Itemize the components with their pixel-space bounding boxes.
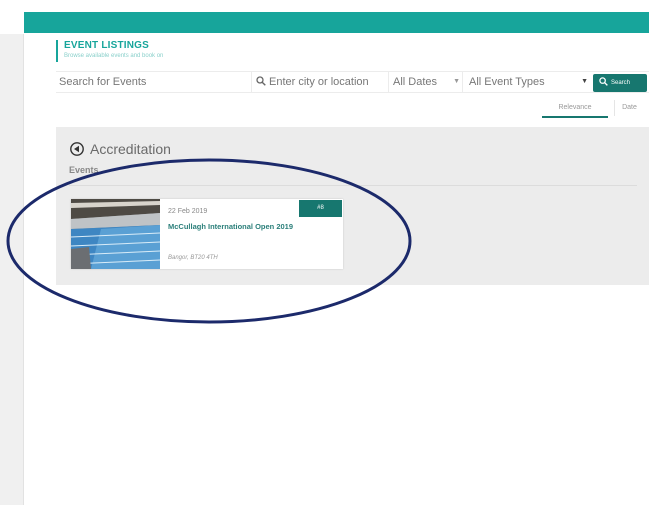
annotation-ellipse — [6, 158, 412, 324]
